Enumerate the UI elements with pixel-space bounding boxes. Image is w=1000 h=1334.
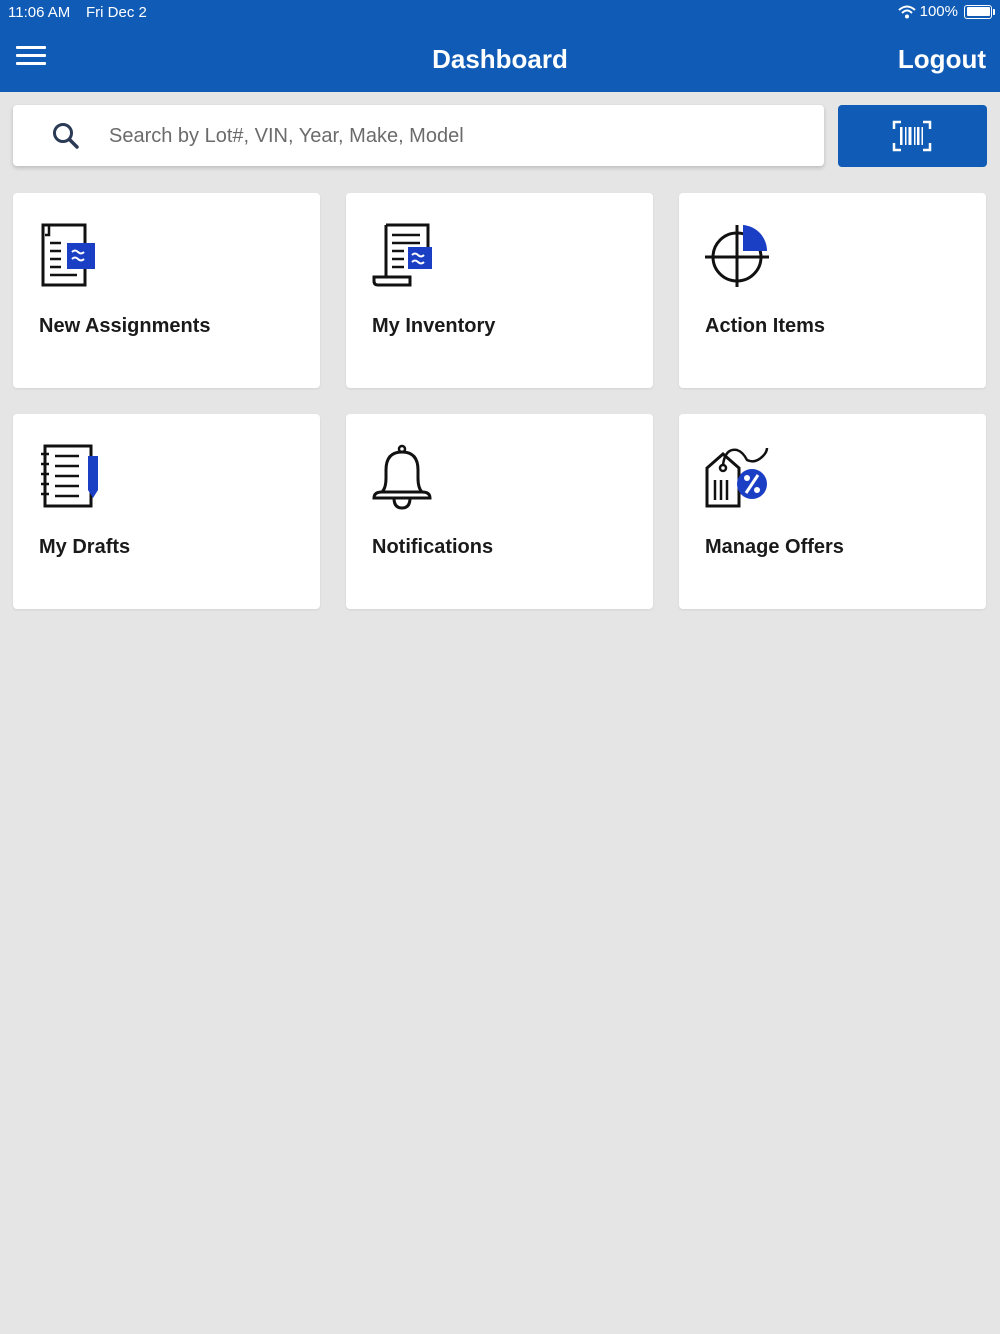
status-right: 100%: [897, 3, 995, 20]
bell-icon: [372, 444, 432, 510]
status-time: 11:06 AM: [8, 4, 71, 21]
tile-my-inventory[interactable]: My Inventory: [346, 193, 653, 388]
app-header: 11:06 AM Fri Dec 2 100% Dashboard Logout: [0, 0, 1000, 92]
tile-label: Notifications: [372, 536, 494, 558]
tile-my-drafts[interactable]: My Drafts: [13, 414, 320, 609]
notebook-pen-icon: [41, 444, 98, 508]
tile-label: New Assignments: [39, 315, 211, 337]
barcode-scan-button[interactable]: [838, 105, 987, 167]
scroll-inventory-icon: [372, 223, 432, 287]
status-bar: 11:06 AM Fri Dec 2 100%: [0, 0, 1000, 24]
target-chart-icon: [705, 225, 769, 287]
wifi-icon: [897, 5, 916, 18]
battery-icon: [964, 4, 995, 19]
logout-button[interactable]: Logout: [898, 44, 986, 75]
search-bar[interactable]: [13, 105, 824, 168]
tile-label: My Inventory: [372, 315, 496, 337]
search-icon: [53, 123, 79, 149]
tile-notifications[interactable]: Notifications: [346, 414, 653, 609]
tile-manage-offers[interactable]: Manage Offers: [679, 414, 986, 609]
page-title: Dashboard: [432, 44, 568, 74]
barcode-scan-icon: [892, 120, 932, 152]
search-input[interactable]: [107, 105, 811, 168]
tile-label: Manage Offers: [705, 536, 844, 558]
tile-label: My Drafts: [39, 536, 131, 558]
tile-new-assignments[interactable]: New Assignments: [13, 193, 320, 388]
price-tag-percent-icon: [705, 447, 769, 508]
status-date: Fri Dec 2: [86, 4, 147, 21]
document-assign-icon: [41, 223, 95, 287]
battery-percent: 100%: [919, 3, 958, 20]
tile-action-items[interactable]: Action Items: [679, 193, 986, 388]
tile-label: Action Items: [705, 315, 826, 337]
